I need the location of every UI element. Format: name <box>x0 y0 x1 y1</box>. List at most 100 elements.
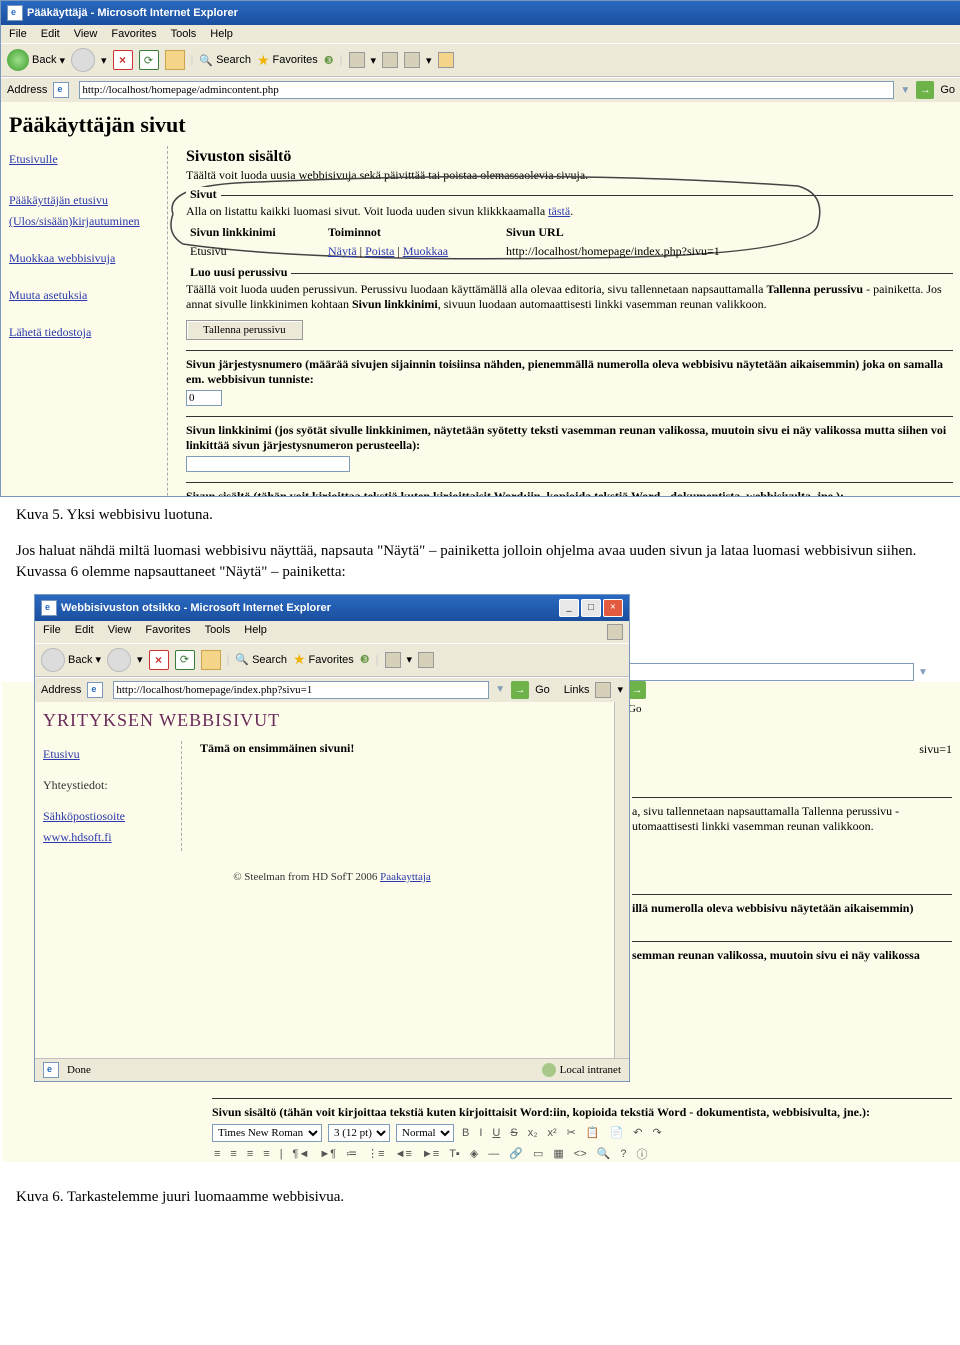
order-label: Sivun järjestysnumero (määrää sivujen si… <box>186 357 953 387</box>
back-button[interactable]: Back ▾ <box>41 648 101 672</box>
create-here-link[interactable]: tästä <box>548 204 570 218</box>
edit-link[interactable]: Muokkaa <box>403 244 448 258</box>
search-button[interactable]: 🔍Search <box>199 54 251 67</box>
back-icon <box>7 49 29 71</box>
menu-favorites[interactable]: Favorites <box>111 28 156 40</box>
address-bar-2: Address ▼ → Go Links ▾ <box>35 677 629 702</box>
window-titlebar-2: Webbisivuston otsikko - Microsoft Intern… <box>35 595 629 621</box>
linkname-input[interactable] <box>186 456 350 472</box>
first-page-text: Tämä on ensimmäinen sivuni! <box>200 741 621 756</box>
screenshot-1: Pääkäyttäjä - Microsoft Internet Explore… <box>0 0 960 497</box>
sidebar-settings[interactable]: Muuta asetuksia <box>9 288 159 303</box>
sidebar-logout[interactable]: (Ulos/sisään)kirjautuminen <box>9 214 159 229</box>
page2-body: Tämä on ensimmäinen sivuni! <box>192 741 621 851</box>
menu-bar: File Edit View Favorites Tools Help <box>1 25 960 43</box>
go-button[interactable]: → <box>916 81 934 99</box>
page-title: Pääkäyttäjän sivut <box>9 112 953 138</box>
discuss-icon[interactable] <box>438 52 454 68</box>
p2-www[interactable]: www.hdsoft.fi <box>43 830 173 845</box>
go-button-2[interactable]: → <box>511 681 529 699</box>
address-bar: Address ▼ → Go <box>1 77 960 102</box>
maximize-button[interactable]: □ <box>581 599 601 617</box>
create-section: Luo uusi perussivu Täällä voit luoda uud… <box>186 273 953 497</box>
sidebar-upload[interactable]: Lähetä tiedostoja <box>9 325 159 340</box>
page-content: Pääkäyttäjän sivut Etusivulle Pääkäyttäj… <box>1 102 960 497</box>
table-row: Etusivu Näytä | Poista | Muokkaa http://… <box>186 242 953 261</box>
screenshot-2-area: ▼ → Go sivu=1 a, sivu tallennetaan napsa… <box>0 594 960 1169</box>
forward-button[interactable] <box>71 48 95 72</box>
status-zone: Local intranet <box>560 1064 621 1076</box>
linkname-label: Sivun linkkinimi (jos syötät sivulle lin… <box>186 423 953 453</box>
table-header: Sivun linkkinimi Toiminnot Sivun URL <box>186 223 953 242</box>
main: Sivuston sisältö Täältä voit luoda uusia… <box>178 146 953 497</box>
sidebar-edit[interactable]: Muokkaa webbisivuja <box>9 251 159 266</box>
page-icon <box>43 1062 59 1078</box>
links-icon[interactable] <box>595 682 611 698</box>
history-icon[interactable]: ❸ <box>324 54 334 67</box>
menu-help[interactable]: Help <box>210 28 233 40</box>
go-button-behind[interactable]: → <box>628 681 646 699</box>
document-paragraph: Jos haluat nähdä miltä luomasi webbisivu… <box>0 533 960 590</box>
menu-bar-2: File Edit View Favorites Tools Help <box>35 621 629 643</box>
menu-tools[interactable]: Tools <box>171 28 197 40</box>
refresh-button[interactable]: ⟳ <box>139 50 159 70</box>
forward-button[interactable] <box>107 648 131 672</box>
address-label: Address <box>7 84 47 96</box>
home-button[interactable] <box>165 50 185 70</box>
edit-icon[interactable] <box>404 52 420 68</box>
figure-caption-2: Kuva 6. Tarkastelemme juuri luomaamme we… <box>0 1179 960 1215</box>
close-button[interactable]: × <box>603 599 623 617</box>
minimize-button[interactable]: _ <box>559 599 579 617</box>
window-title: Pääkäyttäjä - Microsoft Internet Explore… <box>27 7 238 19</box>
content-heading: Sivuston sisältö <box>186 148 953 166</box>
intranet-icon <box>542 1063 556 1077</box>
save-page-button[interactable]: Tallenna perussivu <box>186 320 303 340</box>
toolbar-2: Back ▾ ▾ × ⟳ | 🔍Search ★Favorites ❸ | ▾ <box>35 643 629 677</box>
ie-icon <box>41 600 57 616</box>
print-icon[interactable] <box>382 52 398 68</box>
window-title-2: Webbisivuston otsikko - Microsoft Intern… <box>61 602 331 614</box>
sidebar-home[interactable]: Etusivulle <box>9 152 159 167</box>
ie-icon <box>7 5 23 21</box>
sivut-section: Sivut Alla on listattu kaikki luomasi si… <box>186 195 953 261</box>
refresh-button[interactable]: ⟳ <box>175 650 195 670</box>
sidebar: Etusivulle Pääkäyttäjän etusivu (Ulos/si… <box>9 146 168 497</box>
p2-contact: Yhteystiedot: <box>43 778 173 793</box>
overflow-addressbar: ▼ → Go <box>628 662 958 682</box>
admin-link[interactable]: Paakayttaja <box>380 871 431 883</box>
address-input[interactable] <box>79 81 894 99</box>
page2-footer: © Steelman from HD SofT 2006 Paakayttaja <box>43 851 621 889</box>
stop-button[interactable]: × <box>149 650 169 670</box>
menu-view[interactable]: View <box>74 28 98 40</box>
back-button[interactable]: Back ▾ <box>7 49 65 71</box>
delete-link[interactable]: Poista <box>365 244 394 258</box>
menu-file[interactable]: File <box>9 28 27 40</box>
p2-home[interactable]: Etusivu <box>43 747 173 762</box>
intro-text: Täältä voit luoda uusia webbisivuja sekä… <box>186 168 953 183</box>
page2-title: YRITYKSEN WEBBISIVUT <box>43 710 621 731</box>
sidebar-admin[interactable]: Pääkäyttäjän etusivu <box>9 193 159 208</box>
mail-icon[interactable] <box>349 52 365 68</box>
page-icon <box>53 82 69 98</box>
page2-content: YRITYKSEN WEBBISIVUT Etusivu Yhteystiedo… <box>35 702 629 1058</box>
create-legend: Luo uusi perussivu <box>186 265 291 280</box>
address-input-2[interactable] <box>113 681 489 699</box>
toolbar: Back ▾ ▾ × ⟳ | 🔍Search ★Favorites ❸ | ▾ … <box>1 43 960 77</box>
status-done: Done <box>67 1064 91 1076</box>
content-label: Sivun sisältö (tähän voit kirjoittaa tek… <box>186 489 953 497</box>
status-bar: Done Local intranet <box>35 1058 629 1081</box>
screenshot-2: Webbisivuston otsikko - Microsoft Intern… <box>34 594 630 1082</box>
order-input[interactable] <box>186 390 222 406</box>
favorites-button[interactable]: ★Favorites <box>257 52 318 69</box>
menu-edit[interactable]: Edit <box>41 28 60 40</box>
links-label[interactable]: Links <box>564 684 590 696</box>
stop-button[interactable]: × <box>113 50 133 70</box>
home-button[interactable] <box>201 650 221 670</box>
view-link[interactable]: Näytä <box>328 244 357 258</box>
go-label: Go <box>940 84 955 96</box>
sivut-legend: Sivut <box>186 187 221 202</box>
p2-email[interactable]: Sähköpostiosoite <box>43 809 173 824</box>
scrollbar[interactable] <box>614 702 629 1058</box>
window-titlebar: Pääkäyttäjä - Microsoft Internet Explore… <box>1 1 960 25</box>
windows-flag-icon <box>607 624 623 640</box>
